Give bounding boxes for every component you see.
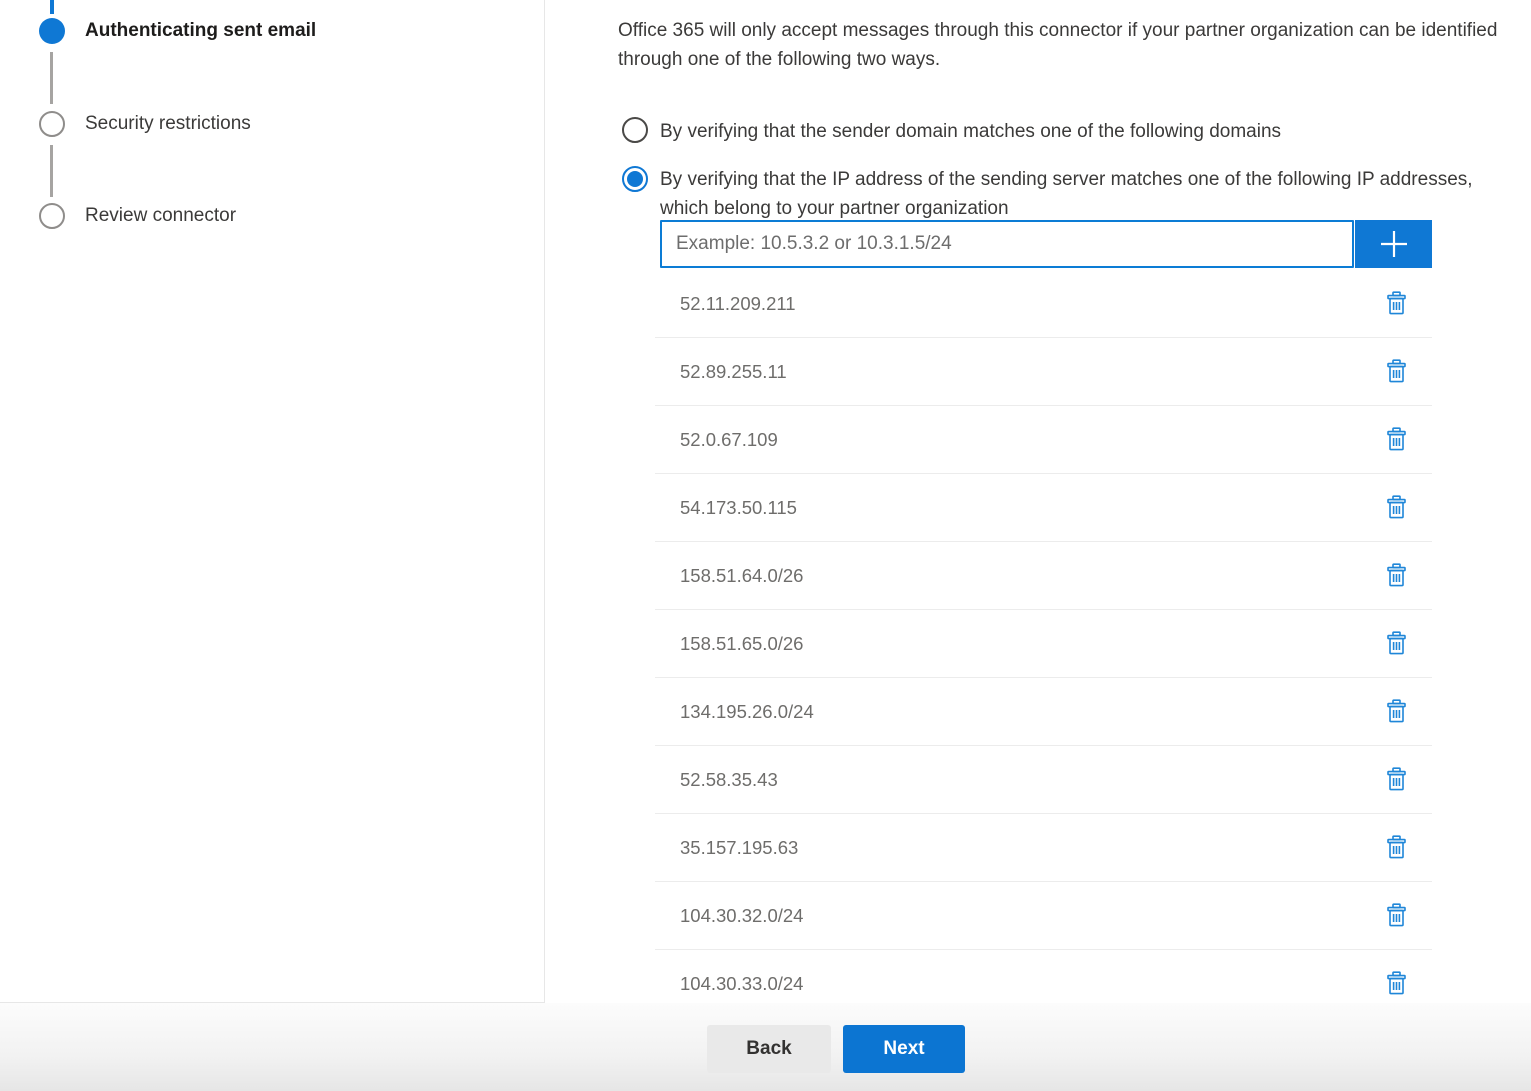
radio-sender-domain[interactable]: [622, 117, 648, 143]
plus-icon: [1378, 228, 1410, 260]
ip-list-item: 158.51.64.0/26: [655, 542, 1432, 610]
delete-ip-button[interactable]: [1386, 495, 1407, 520]
ip-list-item: 52.11.209.211: [655, 270, 1432, 338]
wizard-stepper-sidebar: Authenticating sent email Security restr…: [0, 0, 545, 1003]
ip-address-value: 134.195.26.0/24: [680, 701, 814, 723]
ip-address-value: 52.11.209.211: [680, 293, 796, 315]
ip-list-item: 158.51.65.0/26: [655, 610, 1432, 678]
ip-list-item: 52.0.67.109: [655, 406, 1432, 474]
ip-list-item: 54.173.50.115: [655, 474, 1432, 542]
trash-icon: [1386, 427, 1407, 452]
wizard-footer: Back Next: [0, 1003, 1531, 1091]
ip-address-value: 104.30.32.0/24: [680, 905, 803, 927]
sidebar-step-security-restrictions[interactable]: Security restrictions: [85, 113, 251, 135]
delete-ip-button[interactable]: [1386, 767, 1407, 792]
delete-ip-button[interactable]: [1386, 563, 1407, 588]
stepper-connector-top: [50, 0, 54, 14]
ip-address-input[interactable]: [660, 220, 1354, 268]
delete-ip-button[interactable]: [1386, 631, 1407, 656]
ip-address-value: 104.30.33.0/24: [680, 973, 803, 995]
radio-ip-address[interactable]: [622, 166, 648, 192]
next-button[interactable]: Next: [843, 1025, 965, 1073]
wizard-content: Authenticating sent email Security restr…: [0, 0, 1531, 1003]
delete-ip-button[interactable]: [1386, 427, 1407, 452]
ip-address-list: 52.11.209.211 52.89.255.11 52.0.67.109 5…: [655, 270, 1432, 1003]
ip-address-value: 52.89.255.11: [680, 361, 787, 383]
page-description: Office 365 will only accept messages thr…: [618, 16, 1531, 74]
ip-list-item: 35.157.195.63: [655, 814, 1432, 882]
add-ip-button[interactable]: [1355, 220, 1432, 268]
delete-ip-button[interactable]: [1386, 291, 1407, 316]
radio-ip-address-label[interactable]: By verifying that the IP address of the …: [660, 165, 1478, 223]
trash-icon: [1386, 495, 1407, 520]
trash-icon: [1386, 631, 1407, 656]
back-button[interactable]: Back: [707, 1025, 831, 1073]
trash-icon: [1386, 359, 1407, 384]
trash-icon: [1386, 767, 1407, 792]
step-dot-authenticating: [39, 18, 65, 44]
radio-sender-domain-label[interactable]: By verifying that the sender domain matc…: [660, 117, 1460, 146]
trash-icon: [1386, 291, 1407, 316]
ip-address-value: 158.51.65.0/26: [680, 633, 803, 655]
ip-list-item: 52.58.35.43: [655, 746, 1432, 814]
ip-list-item: 104.30.33.0/24: [655, 950, 1432, 1003]
delete-ip-button[interactable]: [1386, 359, 1407, 384]
ip-list-item: 104.30.32.0/24: [655, 882, 1432, 950]
ip-list-item: 134.195.26.0/24: [655, 678, 1432, 746]
trash-icon: [1386, 699, 1407, 724]
stepper-connector: [50, 145, 53, 197]
delete-ip-button[interactable]: [1386, 835, 1407, 860]
trash-icon: [1386, 971, 1407, 996]
step-dot-review: [39, 203, 65, 229]
delete-ip-button[interactable]: [1386, 699, 1407, 724]
ip-input-row: [660, 220, 1432, 268]
ip-list-item: 52.89.255.11: [655, 338, 1432, 406]
delete-ip-button[interactable]: [1386, 903, 1407, 928]
ip-address-value: 52.58.35.43: [680, 769, 778, 791]
delete-ip-button[interactable]: [1386, 971, 1407, 996]
ip-address-value: 35.157.195.63: [680, 837, 798, 859]
sidebar-step-authenticating-sent-email[interactable]: Authenticating sent email: [85, 20, 316, 42]
trash-icon: [1386, 903, 1407, 928]
sidebar-step-review-connector[interactable]: Review connector: [85, 205, 236, 227]
ip-address-value: 54.173.50.115: [680, 497, 797, 519]
ip-address-value: 52.0.67.109: [680, 429, 778, 451]
ip-address-value: 158.51.64.0/26: [680, 565, 803, 587]
stepper-connector: [50, 52, 53, 104]
step-dot-security: [39, 111, 65, 137]
trash-icon: [1386, 835, 1407, 860]
trash-icon: [1386, 563, 1407, 588]
